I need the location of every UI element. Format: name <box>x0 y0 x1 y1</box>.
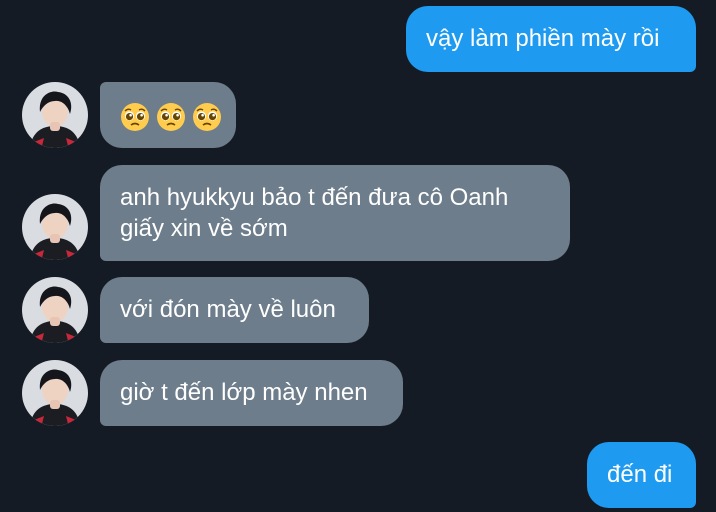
incoming-message-bubble[interactable]: giờ t đến lớp mày nhen <box>100 360 403 426</box>
contact-avatar[interactable] <box>22 194 88 260</box>
incoming-message-bubble[interactable]: anh hyukkyu bảo t đến đưa cô Oanh giấy x… <box>100 165 570 261</box>
avatar-photo-icon <box>22 277 88 343</box>
pleading-face-emoji-icon <box>156 102 186 132</box>
contact-avatar[interactable] <box>22 360 88 426</box>
message-text: vậy làm phiền mày rồi <box>426 25 660 52</box>
contact-avatar[interactable] <box>22 277 88 343</box>
avatar-photo-icon <box>22 82 88 148</box>
outgoing-message-bubble[interactable]: vậy làm phiền mày rồi <box>406 6 696 72</box>
message-text: giờ t đến lớp mày nhen <box>120 379 368 406</box>
message-text-line: anh hyukkyu bảo t đến đưa cô Oanh <box>120 184 509 211</box>
avatar-photo-icon <box>22 360 88 426</box>
pleading-face-emoji-icon <box>120 102 150 132</box>
avatar-photo-icon <box>22 194 88 260</box>
pleading-face-emoji-icon <box>192 102 222 132</box>
message-text: với đón mày về luôn <box>120 296 336 323</box>
contact-avatar[interactable] <box>22 82 88 148</box>
incoming-message-bubble[interactable]: với đón mày về luôn <box>100 277 369 343</box>
incoming-message-bubble[interactable] <box>100 82 236 148</box>
message-text: đến đi <box>607 461 673 488</box>
outgoing-message-bubble[interactable]: đến đi <box>587 442 696 508</box>
message-text-line: giấy xin về sớm <box>120 215 288 242</box>
